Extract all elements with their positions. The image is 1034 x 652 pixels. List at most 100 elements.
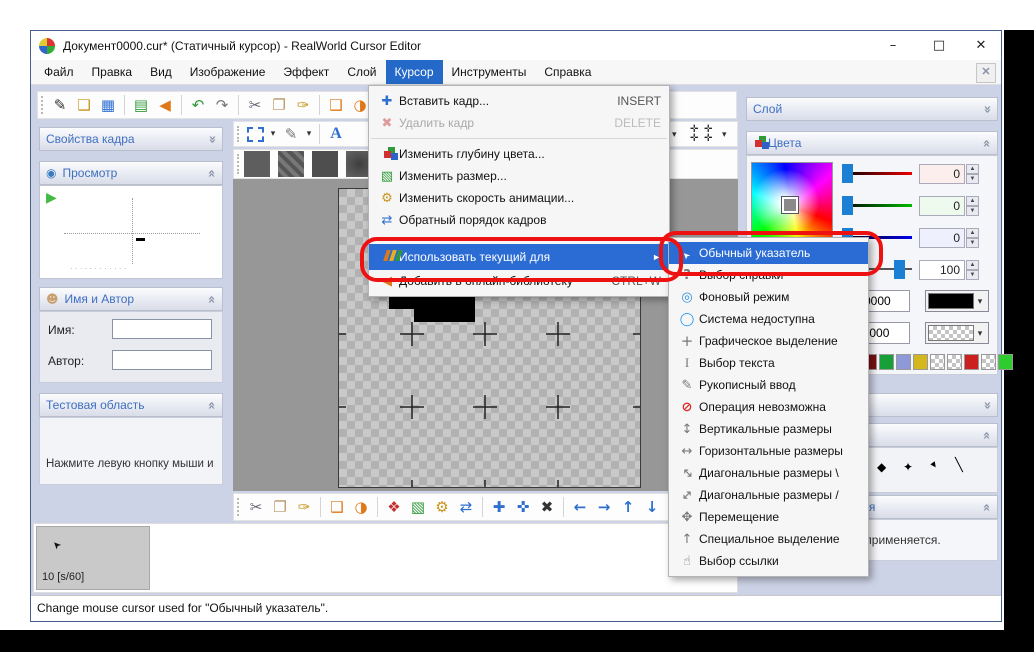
- document-close-button[interactable]: ✕: [976, 63, 996, 83]
- alpha-slider-handle[interactable]: [894, 260, 905, 279]
- frames-icon[interactable]: ❑: [325, 495, 349, 519]
- chevron-up-icon[interactable]: »: [979, 139, 994, 147]
- green-value[interactable]: 0: [919, 196, 965, 216]
- brush-icon[interactable]: ✑: [291, 93, 315, 117]
- chevron-up-icon[interactable]: »: [204, 295, 219, 303]
- menu-item-insert-frame[interactable]: ✚ Вставить кадр... INSERT: [369, 90, 669, 112]
- selection-caret-icon[interactable]: ▾: [267, 122, 279, 146]
- delete-frame-icon[interactable]: ✖: [535, 495, 559, 519]
- paste-icon[interactable]: ❐: [268, 495, 292, 519]
- contrast-icon[interactable]: ◑: [349, 495, 373, 519]
- new-icon[interactable]: ✎: [48, 93, 72, 117]
- resize-icon[interactable]: ▧: [406, 495, 430, 519]
- spin-down-icon[interactable]: ▼: [966, 270, 979, 280]
- panel-test-area-header[interactable]: Тестовая область »: [39, 393, 223, 417]
- alpha-spinner[interactable]: ▲▼: [966, 260, 979, 280]
- chevron-down-icon[interactable]: »: [204, 135, 219, 143]
- submenu-item-unavailable[interactable]: ⊘ Операция невозможна: [669, 396, 868, 418]
- menu-edit[interactable]: Правка: [83, 60, 142, 84]
- close-button[interactable]: ✕: [960, 31, 1002, 60]
- red-slider-handle[interactable]: [842, 164, 853, 183]
- green-slider[interactable]: [842, 196, 912, 216]
- submenu-item-diagonal-resize-1[interactable]: ↔ Диагональные размеры \: [669, 462, 868, 484]
- play-icon[interactable]: ▶: [46, 190, 57, 206]
- submenu-item-vertical-resize[interactable]: ↕ Вертикальные размеры: [669, 418, 868, 440]
- animation-speed-icon[interactable]: ⚙: [430, 495, 454, 519]
- menu-item-add-to-online-library[interactable]: ◀ Добавить в онлайн-библиотеку CTRL+W: [369, 270, 669, 292]
- cursor-glyph-1[interactable]: ◆: [877, 460, 886, 474]
- test-area-body[interactable]: Нажмите левую кнопку мыши и: [39, 417, 223, 485]
- hotspot-caret-right-icon[interactable]: ▾: [722, 129, 727, 140]
- publish-online-icon[interactable]: ◀: [153, 93, 177, 117]
- add-frame-icon[interactable]: ✚: [487, 495, 511, 519]
- red-spinner[interactable]: ▲▼: [966, 164, 979, 184]
- submenu-item-diagonal-resize-2[interactable]: ↔ Диагональные размеры /: [669, 484, 868, 506]
- save-icon[interactable]: ▦: [96, 93, 120, 117]
- submenu-item-alternate-select[interactable]: ↑ Специальное выделение: [669, 528, 868, 550]
- shift-down-icon[interactable]: ↓: [640, 495, 664, 519]
- paste-icon[interactable]: ❐: [267, 93, 291, 117]
- text-tool-icon[interactable]: A: [324, 122, 348, 146]
- menu-image[interactable]: Изображение: [181, 60, 275, 84]
- chevron-down-icon[interactable]: »: [979, 401, 994, 409]
- menu-file[interactable]: Файл: [35, 60, 83, 84]
- submenu-item-busy[interactable]: ◯ Система недоступна: [669, 308, 868, 330]
- spin-down-icon[interactable]: ▼: [966, 238, 979, 248]
- green-spinner[interactable]: ▲▼: [966, 196, 979, 216]
- frame-thumbnail[interactable]: ➤ 10 [s/60]: [36, 526, 150, 590]
- menu-help[interactable]: Справка: [535, 60, 600, 84]
- shift-left-icon[interactable]: ←: [568, 495, 592, 519]
- duplicate-frame-icon[interactable]: ✜: [511, 495, 535, 519]
- submenu-item-working-in-background[interactable]: ◎ Фоновый режим: [669, 286, 868, 308]
- panel-colors-header[interactable]: Цвета »: [746, 131, 998, 155]
- cut-icon[interactable]: ✂: [243, 93, 267, 117]
- cursor-glyph-3[interactable]: ▾: [928, 458, 940, 472]
- spin-down-icon[interactable]: ▼: [966, 206, 979, 216]
- brush-style-solid[interactable]: [244, 151, 270, 177]
- shift-up-icon[interactable]: ↑: [616, 495, 640, 519]
- blue-spinner[interactable]: ▲▼: [966, 228, 979, 248]
- reverse-order-icon[interactable]: ⇄: [454, 495, 478, 519]
- chevron-down-icon[interactable]: »: [979, 105, 994, 113]
- color-field-selector[interactable]: [782, 197, 798, 213]
- hotspot-tool-icon[interactable]: ✛: [690, 124, 701, 135]
- pencil-caret-icon[interactable]: ▾: [303, 122, 315, 146]
- chevron-up-icon[interactable]: »: [204, 401, 219, 409]
- pencil-tool-icon[interactable]: ✎: [279, 122, 303, 146]
- panel-frame-properties-header[interactable]: Свойства кадра »: [39, 127, 223, 151]
- menu-cursor[interactable]: Курсор: [386, 60, 443, 84]
- preview-area[interactable]: ▶ · · · · · · · · · · · ·: [39, 185, 223, 279]
- panel-layer-header[interactable]: Слой »: [746, 97, 998, 121]
- color-swatch-dropdown-2[interactable]: ▾: [925, 322, 989, 344]
- palette-swatch[interactable]: [964, 354, 979, 370]
- selection-tool-icon[interactable]: [247, 127, 264, 142]
- palette-swatch[interactable]: [913, 354, 928, 370]
- submenu-item-normal-select[interactable]: ➤ Обычный указатель: [669, 242, 868, 264]
- color-swatch-dropdown-1[interactable]: ▾: [925, 290, 989, 312]
- submenu-item-link-select[interactable]: ☝ Выбор ссылки: [669, 550, 868, 572]
- spin-up-icon[interactable]: ▲: [966, 260, 979, 270]
- menu-item-change-color-depth[interactable]: Изменить глубину цвета...: [369, 143, 669, 165]
- alpha-value[interactable]: 100: [919, 260, 965, 280]
- submenu-item-move[interactable]: ✥ Перемещение: [669, 506, 868, 528]
- cursor-glyph-4[interactable]: ╲: [955, 458, 963, 473]
- chevron-up-icon[interactable]: »: [979, 503, 994, 511]
- redo-icon[interactable]: ↷: [210, 93, 234, 117]
- chevron-up-icon[interactable]: »: [204, 169, 219, 177]
- menu-layer[interactable]: Слой: [338, 60, 385, 84]
- color-depth-icon[interactable]: ❖: [382, 495, 406, 519]
- submenu-item-help-select[interactable]: ? Выбор справки: [669, 264, 868, 286]
- minimize-button[interactable]: –: [872, 31, 914, 60]
- name-input[interactable]: [112, 319, 212, 339]
- palette-swatch[interactable]: [998, 354, 1013, 370]
- brush-style-dark[interactable]: [312, 151, 338, 177]
- palette-swatch[interactable]: [896, 354, 911, 370]
- palette-swatch[interactable]: [879, 354, 894, 370]
- spin-up-icon[interactable]: ▲: [966, 164, 979, 174]
- panel-preview-header[interactable]: ◉ Просмотр »: [39, 161, 223, 185]
- panel-name-author-header[interactable]: ☻ Имя и Автор »: [39, 287, 223, 311]
- submenu-item-handwriting[interactable]: ✎ Рукописный ввод: [669, 374, 868, 396]
- menu-tools[interactable]: Инструменты: [443, 60, 536, 84]
- menu-view[interactable]: Вид: [141, 60, 181, 84]
- menu-item-animation-speed[interactable]: ⚙ Изменить скорость анимации...: [369, 187, 669, 209]
